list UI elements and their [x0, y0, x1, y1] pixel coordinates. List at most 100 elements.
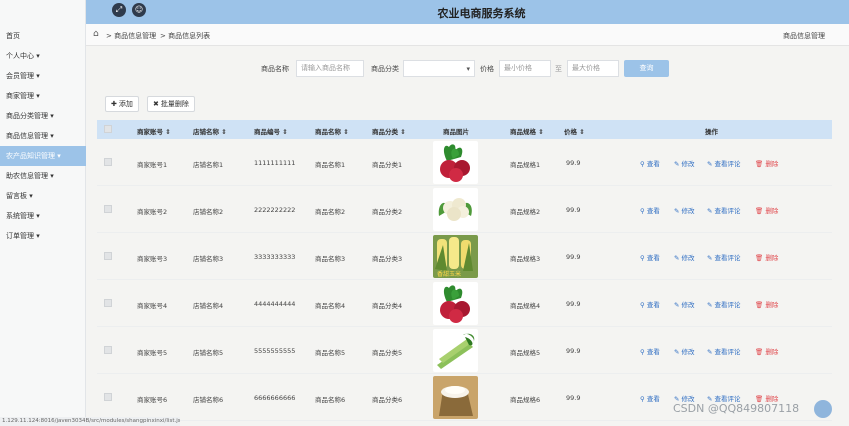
- search-icon: ⚲: [640, 207, 647, 215]
- delete-link[interactable]: 🗑 删除: [755, 158, 778, 168]
- delete-label: 删除: [765, 160, 779, 168]
- delete-link[interactable]: 🗑 删除: [755, 252, 778, 262]
- cell-price: 99.9: [566, 394, 581, 402]
- sidebar-item[interactable]: 商品信息管理 ▾: [0, 126, 86, 146]
- sidebar-item[interactable]: 商品分类管理 ▾: [0, 106, 86, 126]
- column-header[interactable]: 店铺名称 ⇕: [193, 126, 227, 136]
- comment-link[interactable]: ✎ 查看评论: [707, 299, 741, 309]
- sidebar-item[interactable]: 留言板 ▾: [0, 186, 86, 206]
- row-checkbox[interactable]: [104, 393, 112, 401]
- view-label: 查看: [646, 160, 660, 168]
- column-header: 操作: [705, 128, 718, 136]
- cell-code: 5555555555: [254, 347, 296, 355]
- sidebar-item[interactable]: 系统管理 ▾: [0, 206, 86, 226]
- sidebar-item[interactable]: 首页: [0, 26, 86, 46]
- edit-link[interactable]: ✎ 修改: [674, 205, 695, 215]
- cell-shop: 店铺名称3: [193, 255, 224, 263]
- edit-link[interactable]: ✎ 修改: [674, 252, 695, 262]
- edit-link[interactable]: ✎ 修改: [674, 346, 695, 356]
- radish-image: [433, 141, 478, 184]
- sidebar-item[interactable]: 会员管理 ▾: [0, 66, 86, 86]
- cauliflower-image: [433, 188, 478, 231]
- delete-link[interactable]: 🗑 删除: [755, 205, 778, 215]
- comment-link[interactable]: ✎ 查看评论: [707, 252, 741, 262]
- cell-shop: 店铺名称4: [193, 302, 224, 310]
- image-caption: 香甜玉米: [437, 270, 461, 278]
- edit-link[interactable]: ✎ 修改: [674, 299, 695, 309]
- delete-link[interactable]: 🗑 删除: [755, 346, 778, 356]
- column-header[interactable]: 价格 ⇕: [564, 126, 585, 136]
- view-label: 查看: [646, 207, 660, 215]
- cell-name: 商品名称6: [315, 396, 346, 404]
- view-link[interactable]: ⚲ 查看: [640, 158, 660, 168]
- cell-category: 商品分类5: [372, 349, 403, 357]
- comment-link[interactable]: ✎ 查看评论: [707, 346, 741, 356]
- breadcrumb-item[interactable]: > 商品信息管理: [106, 31, 156, 41]
- cell-shop: 店铺名称6: [193, 396, 224, 404]
- cell-price: 99.9: [566, 206, 581, 214]
- floating-button[interactable]: [814, 400, 832, 418]
- celery-image: [433, 329, 478, 372]
- row-checkbox[interactable]: [104, 299, 112, 307]
- cell-price: 99.9: [566, 253, 581, 261]
- sidebar-item[interactable]: 助农信息管理 ▾: [0, 166, 86, 186]
- status-bar-url: 1.129.11.124:8016/javen3034B/src/modules…: [0, 417, 180, 426]
- chevron-down-icon: ▾: [466, 65, 470, 73]
- column-header[interactable]: 商家账号 ⇕: [137, 126, 171, 136]
- corn-image: 香甜玉米: [433, 235, 478, 278]
- column-header[interactable]: 商品规格 ⇕: [510, 126, 544, 136]
- column-header[interactable]: 商品分类 ⇕: [372, 126, 406, 136]
- breadcrumb: ⌂ > 商品信息管理 > 商品信息列表 商品信息管理: [86, 24, 849, 46]
- add-button[interactable]: ✚ 添加: [105, 96, 139, 112]
- radish-image: [433, 282, 478, 325]
- cell-code: 3333333333: [254, 253, 296, 261]
- view-link[interactable]: ⚲ 查看: [640, 393, 660, 403]
- cell-category: 商品分类1: [372, 161, 403, 169]
- comment-label: 查看评论: [714, 160, 741, 168]
- comment-label: 查看评论: [714, 348, 741, 356]
- sidebar-item[interactable]: 订单管理 ▾: [0, 226, 86, 246]
- home-icon[interactable]: ⌂: [93, 29, 99, 39]
- cell-price: 99.9: [566, 347, 581, 355]
- cell-spec: 商品规格6: [510, 396, 541, 404]
- min-price-input[interactable]: 最小价格: [499, 60, 551, 77]
- product-name-input[interactable]: 请输入商品名称: [296, 60, 364, 77]
- cell-name: 商品名称2: [315, 208, 346, 216]
- sidebar-item[interactable]: 个人中心 ▾: [0, 46, 86, 66]
- delete-label: 删除: [765, 254, 779, 262]
- search-icon: ⚲: [640, 301, 647, 309]
- cell-spec: 商品规格3: [510, 255, 541, 263]
- delete-link[interactable]: 🗑 删除: [755, 299, 778, 309]
- cell-shop: 店铺名称2: [193, 208, 224, 216]
- sidebar-item[interactable]: 农产品知识管理 ▾: [0, 146, 86, 166]
- edit-label: 修改: [681, 160, 695, 168]
- edit-link[interactable]: ✎ 修改: [674, 158, 695, 168]
- edit-label: 修改: [681, 254, 695, 262]
- comment-link[interactable]: ✎ 查看评论: [707, 205, 741, 215]
- cell-spec: 商品规格2: [510, 208, 541, 216]
- query-button[interactable]: 查询: [624, 60, 669, 77]
- column-header[interactable]: 商品名称 ⇕: [315, 126, 349, 136]
- row-checkbox[interactable]: [104, 252, 112, 260]
- select-all-checkbox[interactable]: [104, 125, 112, 133]
- cell-spec: 商品规格5: [510, 349, 541, 357]
- row-checkbox[interactable]: [104, 346, 112, 354]
- table-row: 商家账号1 店铺名称1 1111111111 商品名称1 商品分类1 商品规格1 99.9 ⚲…: [97, 139, 832, 186]
- batch-delete-button[interactable]: ✖ 批量删除: [147, 96, 195, 112]
- cell-code: 1111111111: [254, 159, 296, 167]
- row-checkbox[interactable]: [104, 205, 112, 213]
- cell-code: 2222222222: [254, 206, 296, 214]
- sidebar-item[interactable]: 商家管理 ▾: [0, 86, 86, 106]
- view-label: 查看: [646, 301, 660, 309]
- view-link[interactable]: ⚲ 查看: [640, 205, 660, 215]
- view-link[interactable]: ⚲ 查看: [640, 252, 660, 262]
- comment-link[interactable]: ✎ 查看评论: [707, 158, 741, 168]
- column-header[interactable]: 商品编号 ⇕: [254, 126, 288, 136]
- edit-icon: ✎: [674, 207, 682, 215]
- category-select[interactable]: ▾: [403, 60, 475, 77]
- row-checkbox[interactable]: [104, 158, 112, 166]
- view-link[interactable]: ⚲ 查看: [640, 346, 660, 356]
- cell-account: 商家账号1: [137, 161, 168, 169]
- view-link[interactable]: ⚲ 查看: [640, 299, 660, 309]
- max-price-input[interactable]: 最大价格: [567, 60, 619, 77]
